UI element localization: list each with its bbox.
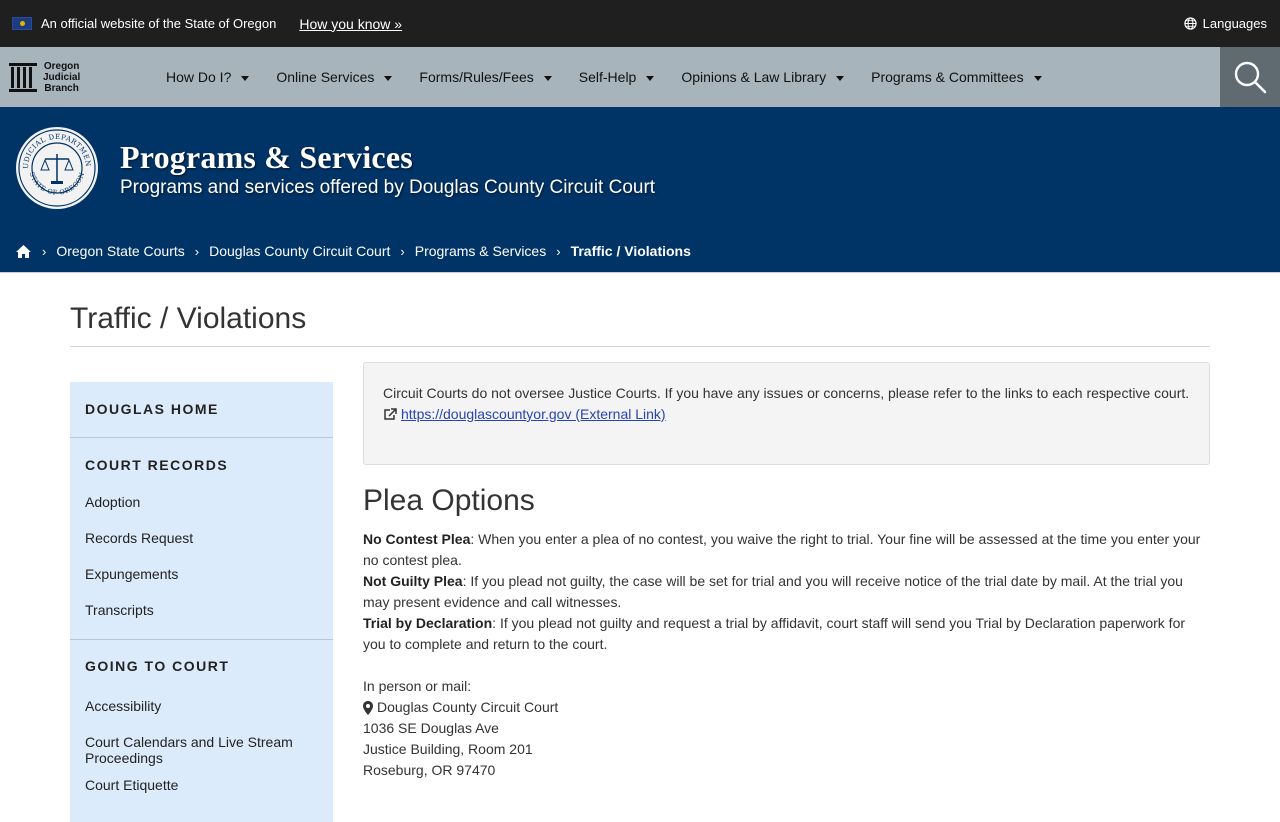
nav-label: How Do I? (166, 69, 232, 85)
caret-down-icon (241, 75, 250, 81)
nav-online-services[interactable]: Online Services (276, 69, 393, 85)
nav-label: Online Services (276, 69, 375, 85)
plea-options-heading: Plea Options (363, 484, 535, 517)
main-nav: Oregon Judicial Branch How Do I? Online … (0, 47, 1280, 107)
notice-text: Circuit Courts do not oversee Justice Co… (383, 385, 1190, 401)
notice-link-row: https://douglascountyor.gov (External Li… (383, 404, 1190, 425)
breadcrumb-programs-services[interactable]: Programs & Services (415, 243, 546, 259)
search-button[interactable] (1220, 47, 1280, 107)
chevron-right-icon: › (556, 243, 561, 259)
logo-line-3: Branch (44, 82, 79, 94)
plea-no-contest: No Contest Plea: When you enter a plea o… (363, 529, 1210, 571)
nav-label: Programs & Committees (871, 69, 1024, 85)
nav-opinions-law-library[interactable]: Opinions & Law Library (681, 69, 845, 85)
nav-how-do-i[interactable]: How Do I? (166, 69, 250, 85)
logo-line-1: Oregon (43, 60, 80, 72)
caret-down-icon (646, 75, 655, 81)
globe-icon (1183, 17, 1197, 30)
address-intro: In person or mail: (363, 678, 472, 694)
official-website-text: An official website of the State of Oreg… (41, 16, 277, 31)
page-hero: JUDICIAL DEPARTMENT STATE OF OREGON Prog… (0, 107, 1280, 273)
languages-label: Languages (1202, 16, 1267, 31)
map-marker-icon (363, 700, 373, 715)
logo-line-2: Judicial (43, 71, 81, 83)
sidebar-douglas-home[interactable]: DOUGLAS HOME (70, 382, 333, 437)
plea-not-guilty: Not Guilty Plea: If you plead not guilty… (363, 571, 1210, 613)
sidebar-heading-court-records[interactable]: COURT RECORDS (70, 438, 333, 490)
nav-label: Forms/Rules/Fees (419, 69, 534, 85)
plea-trial-by-declaration: Trial by Declaration: If you plead not g… (363, 613, 1210, 655)
breadcrumb: › Oregon State Courts › Douglas County C… (15, 243, 691, 259)
external-link-icon (384, 408, 397, 420)
nav-label: Opinions & Law Library (681, 69, 827, 85)
hero-subtitle: Programs and services offered by Douglas… (120, 177, 656, 198)
sidebar-item-court-etiquette[interactable]: Court Etiquette (70, 773, 333, 809)
sidebar: DOUGLAS HOME COURT RECORDS Adoption Reco… (70, 382, 333, 822)
plea-text: : When you enter a plea of no contest, y… (363, 531, 1201, 568)
logo-text: Oregon Judicial Branch (43, 61, 80, 94)
chevron-right-icon: › (194, 243, 200, 259)
justice-courts-notice: Circuit Courts do not oversee Justice Co… (363, 362, 1210, 465)
breadcrumb-oregon-state-courts[interactable]: Oregon State Courts (56, 243, 184, 259)
nav-self-help[interactable]: Self-Help (579, 69, 655, 85)
address-name-row: Douglas County Circuit Court (363, 697, 1210, 718)
sidebar-item-court-calendars[interactable]: Court Calendars and Live Stream Proceedi… (70, 728, 333, 773)
main-content: Plea Options No Contest Plea: When you e… (363, 483, 1210, 781)
languages-button[interactable]: Languages (1183, 16, 1267, 31)
ojb-logo[interactable]: Oregon Judicial Branch (0, 61, 140, 94)
sidebar-item-transcripts[interactable]: Transcripts (70, 598, 333, 639)
caret-down-icon (836, 75, 845, 81)
plea-label: Trial by Declaration (363, 615, 493, 631)
search-icon (1234, 61, 1267, 94)
plea-label: Not Guilty Plea (363, 573, 463, 589)
chevron-right-icon: › (42, 243, 47, 259)
hero-title: Programs & Services (120, 139, 413, 175)
nav-label: Self-Help (578, 69, 637, 85)
judicial-seal-icon: JUDICIAL DEPARTMENT STATE OF OREGON (15, 126, 98, 209)
breadcrumb-current: Traffic / Violations (570, 243, 691, 259)
sidebar-item-accessibility[interactable]: Accessibility (70, 692, 333, 728)
nav-forms-rules-fees[interactable]: Forms/Rules/Fees (419, 69, 552, 85)
sidebar-item-expungements[interactable]: Expungements (70, 562, 333, 598)
courthouse-pillars-icon (9, 63, 37, 92)
sidebar-item-records-request[interactable]: Records Request (70, 526, 333, 562)
douglas-county-external-link[interactable]: https://douglascountyor.gov (External Li… (401, 404, 666, 425)
address-city: Roseburg, OR 97470 (363, 762, 496, 778)
address-name: Douglas County Circuit Court (377, 699, 559, 715)
breadcrumb-douglas-county[interactable]: Douglas County Circuit Court (209, 243, 390, 259)
page-title: Traffic / Violations (70, 302, 307, 335)
title-divider (70, 346, 1210, 347)
official-banner: An official website of the State of Oreg… (0, 0, 1280, 47)
address-street: 1036 SE Douglas Ave (363, 720, 499, 736)
plea-label: No Contest Plea (363, 531, 471, 547)
caret-down-icon (1033, 75, 1042, 81)
oregon-flag-icon (12, 17, 32, 30)
sidebar-heading-going-to-court[interactable]: GOING TO COURT (70, 640, 333, 692)
home-icon[interactable] (15, 244, 32, 259)
address-building: Justice Building, Room 201 (363, 741, 533, 757)
sidebar-item-adoption[interactable]: Adoption (70, 490, 333, 526)
plea-text: : If you plead not guilty, the case will… (363, 573, 1183, 610)
nav-menu: How Do I? Online Services Forms/Rules/Fe… (166, 69, 1069, 85)
how-you-know-link[interactable]: How you know » (299, 16, 402, 32)
chevron-right-icon: › (400, 243, 405, 259)
caret-down-icon (543, 75, 552, 81)
caret-down-icon (384, 75, 393, 81)
nav-programs-committees[interactable]: Programs & Committees (871, 69, 1042, 85)
